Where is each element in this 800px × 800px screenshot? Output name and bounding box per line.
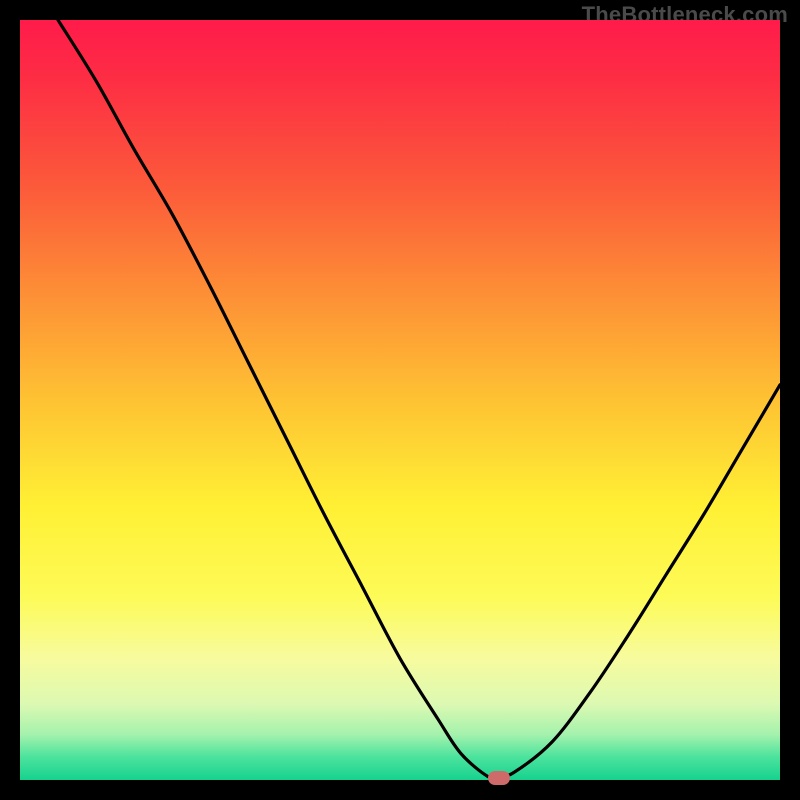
optimal-point-marker bbox=[488, 771, 510, 785]
chart-container: TheBottleneck.com bbox=[0, 0, 800, 800]
bottleneck-curve bbox=[20, 20, 780, 780]
plot-area bbox=[20, 20, 780, 780]
